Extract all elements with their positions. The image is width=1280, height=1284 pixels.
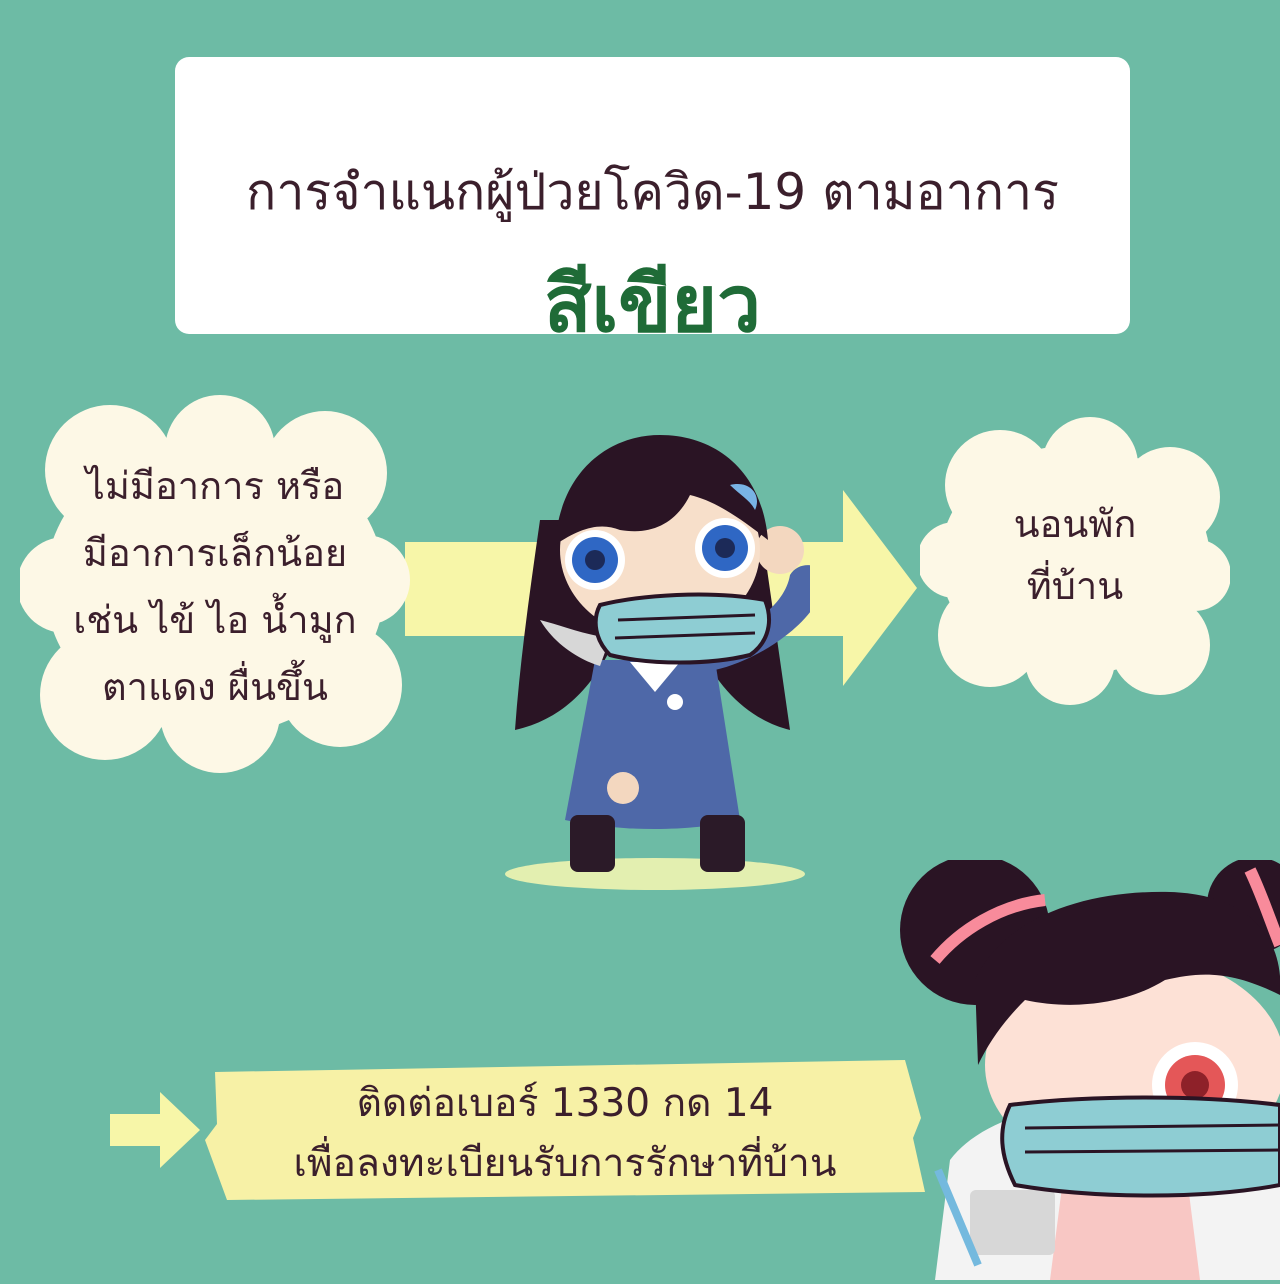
symptom-line: มีอาการเล็กน้อย [82,531,348,575]
symptom-line: เช่น ไข้ ไอ น้ำมูก [73,598,357,642]
advice-line: นอนพัก [1013,502,1137,546]
page-subtitle: การจำแนกผู้ป่วยโควิด-19 ตามอาการ [246,163,1059,221]
contact-info: ติดต่อเบอร์ 1330 กด 14 เพื่อลงทะเบียนรับ… [205,1074,925,1194]
doctor-girl-illustration [880,855,1280,1284]
advice-line: ที่บ้าน [1026,564,1124,608]
advice-cloud: นอนพัก ที่บ้าน [920,415,1230,705]
symptom-line: ตาแดง ผื่นขึ้น [101,665,328,709]
contact-register-line: เพื่อลงทะเบียนรับการรักษาที่บ้าน [293,1141,837,1186]
contact-phone-line: ติดต่อเบอร์ 1330 กด 14 [356,1081,774,1126]
page-title: สีเขียว [543,260,762,350]
symptoms-cloud: ไม่มีอาการ หรือ มีอาการเล็กน้อย เช่น ไข้… [20,395,410,775]
title-card: การจำแนกผู้ป่วยโควิด-19 ตามอาการ สีเขียว [175,57,1130,350]
symptom-line: ไม่มีอาการ หรือ [85,464,345,508]
masked-girl-illustration [500,430,826,894]
arrow-right-icon [110,1092,202,1172]
